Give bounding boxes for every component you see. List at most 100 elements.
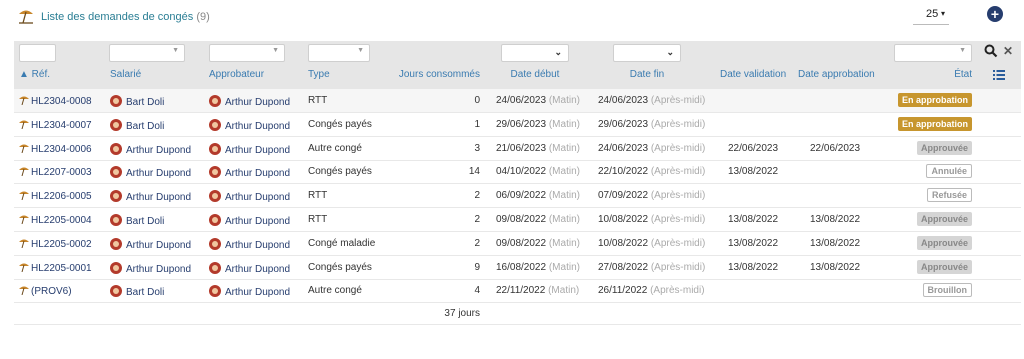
- column-header-date-approbation[interactable]: Date approbation: [798, 69, 875, 80]
- salarie-link[interactable]: Arthur Dupond: [110, 142, 191, 156]
- salarie-link[interactable]: Arthur Dupond: [110, 166, 191, 179]
- approbateur-name: Arthur Dupond: [225, 97, 291, 108]
- column-header-approbateur[interactable]: Approbateur: [209, 69, 264, 80]
- column-header-type[interactable]: Type: [308, 69, 330, 80]
- beach-umbrella-icon: [19, 239, 29, 248]
- salarie-link[interactable]: Arthur Dupond: [110, 237, 191, 251]
- filter-salarie-select[interactable]: ▼: [109, 44, 185, 62]
- ref-link[interactable]: HL2304-0006: [19, 143, 92, 155]
- approbateur-link[interactable]: Arthur Dupond: [209, 118, 290, 132]
- ref-link[interactable]: HL2206-0005: [19, 190, 92, 202]
- date-fin-value: 27/08/2022: [598, 261, 649, 273]
- filter-ref-input[interactable]: [19, 44, 56, 62]
- table-row[interactable]: (PROV6) Bart Doli Arthur Dupond Autre congé…: [14, 279, 1021, 304]
- table-row[interactable]: HL2304-0008 Bart Doli Arthur Dupond RTT 0 24/…: [14, 89, 1021, 113]
- date-fin-value: 24/06/2023: [598, 142, 649, 154]
- filter-date-debut-select[interactable]: ⌄: [501, 44, 569, 62]
- column-header-salarie[interactable]: Salarié: [110, 69, 141, 80]
- table-row[interactable]: HL2304-0007 Bart Doli Arthur Dupond Congés …: [14, 113, 1021, 137]
- approbateur-link[interactable]: Arthur Dupond: [209, 214, 290, 227]
- date-validation-cell: 22/06/2023: [728, 142, 779, 154]
- ref-link[interactable]: HL2207-0003: [19, 166, 92, 178]
- salarie-link[interactable]: Bart Doli: [110, 285, 164, 298]
- filter-approbateur-select[interactable]: ▼: [209, 44, 285, 62]
- table-row[interactable]: HL2205-0002 Arthur Dupond Arthur Dupond Con…: [14, 232, 1021, 256]
- salarie-link[interactable]: Bart Doli: [110, 118, 164, 132]
- ref-link[interactable]: HL2304-0008: [19, 95, 92, 107]
- user-avatar-icon: [110, 118, 122, 131]
- date-fin-value: 10/08/2022: [598, 214, 649, 225]
- record-count: (9): [196, 11, 210, 23]
- date-fin-period: (Après-midi): [650, 214, 706, 225]
- add-button[interactable]: +: [987, 6, 1003, 22]
- total-jours: 37 jours: [444, 308, 480, 319]
- beach-umbrella-icon: [19, 10, 33, 24]
- list-icon[interactable]: [993, 70, 1005, 80]
- ref-link[interactable]: (PROV6): [19, 285, 72, 297]
- salarie-link[interactable]: Bart Doli: [110, 214, 164, 227]
- user-avatar-icon: [110, 261, 122, 274]
- table-row[interactable]: HL2206-0005 Arthur Dupond Arthur Dupond RTT…: [14, 184, 1021, 209]
- user-avatar-icon: [110, 190, 122, 203]
- ref-text: HL2304-0007: [31, 119, 92, 131]
- ref-text: HL2304-0008: [31, 96, 92, 107]
- close-icon[interactable]: ✕: [1003, 44, 1013, 58]
- salarie-link[interactable]: Arthur Dupond: [110, 190, 191, 203]
- approbateur-link[interactable]: Arthur Dupond: [209, 190, 290, 203]
- date-approbation-cell: 13/08/2022: [810, 237, 861, 249]
- ref-text: HL2205-0001: [31, 262, 92, 274]
- approbateur-link[interactable]: Arthur Dupond: [209, 285, 290, 298]
- approbateur-link[interactable]: Arthur Dupond: [209, 166, 290, 179]
- jours-cell: 4: [474, 285, 480, 297]
- approbateur-link[interactable]: Arthur Dupond: [209, 261, 290, 275]
- column-header-date-debut[interactable]: Date début: [496, 69, 574, 80]
- approbateur-link[interactable]: Arthur Dupond: [209, 142, 291, 156]
- ref-text: (PROV6): [31, 286, 72, 298]
- ref-link[interactable]: HL2205-0004: [19, 214, 92, 226]
- beach-umbrella-icon: [19, 286, 29, 296]
- table-row[interactable]: HL2304-0006 Arthur Dupond Arthur Dupond Aut…: [14, 137, 1021, 161]
- filter-date-fin-select[interactable]: ⌄: [613, 44, 681, 62]
- salarie-link[interactable]: Arthur Dupond: [110, 261, 191, 275]
- column-header-ref[interactable]: ▲ Réf.: [19, 69, 50, 80]
- date-debut-period: (Matin): [548, 237, 580, 249]
- status-badge: Brouillon: [922, 283, 972, 298]
- column-header-date-validation[interactable]: Date validation: [720, 69, 786, 80]
- column-header-etat[interactable]: État: [900, 69, 972, 80]
- user-avatar-icon: [209, 237, 221, 250]
- salarie-name: Arthur Dupond: [126, 168, 192, 180]
- beach-umbrella-icon: [19, 167, 29, 177]
- table-row[interactable]: HL2207-0003 Arthur Dupond Arthur Dupond Con…: [14, 160, 1021, 185]
- filter-etat-select[interactable]: ▼: [894, 44, 972, 62]
- table-total-row: 37 jours: [14, 303, 1021, 325]
- table-row[interactable]: HL2205-0001 Arthur Dupond Arthur Dupond Con…: [14, 256, 1021, 280]
- beach-umbrella-icon: [19, 120, 29, 129]
- search-icon[interactable]: [984, 44, 998, 58]
- type-cell: Congés payés: [308, 166, 372, 178]
- date-fin-value: 24/06/2023: [598, 95, 649, 106]
- filter-type-select[interactable]: ▼: [308, 44, 370, 62]
- approbateur-link[interactable]: Arthur Dupond: [209, 95, 290, 108]
- date-debut-period: (Matin): [548, 95, 580, 106]
- ref-link[interactable]: HL2205-0002: [19, 238, 92, 250]
- salarie-name: Arthur Dupond: [126, 192, 192, 204]
- date-fin-value: 07/09/2022: [598, 190, 649, 202]
- salarie-link[interactable]: Bart Doli: [110, 95, 164, 108]
- column-header-date-fin[interactable]: Date fin: [608, 69, 686, 80]
- status-badge: Annulée: [926, 164, 972, 179]
- salarie-name: Bart Doli: [126, 287, 165, 299]
- type-cell: RTT: [308, 95, 328, 106]
- approbateur-link[interactable]: Arthur Dupond: [209, 237, 290, 251]
- page-size-select[interactable]: 25 ▾: [913, 5, 949, 25]
- ref-link[interactable]: HL2304-0007: [19, 119, 92, 131]
- column-header-jours[interactable]: Jours consommés: [390, 69, 480, 80]
- date-debut-value: 29/06/2023: [496, 118, 547, 130]
- table-row[interactable]: HL2205-0004 Bart Doli Arthur Dupond RTT 2 09/…: [14, 208, 1021, 232]
- date-debut-period: (Matin): [548, 118, 580, 130]
- jours-cell: 0: [474, 95, 480, 106]
- user-avatar-icon: [209, 285, 221, 298]
- date-validation-cell: 13/08/2022: [728, 166, 779, 178]
- ref-link[interactable]: HL2205-0001: [19, 262, 92, 274]
- date-fin-period: (Après-midi): [650, 142, 706, 154]
- approbateur-name: Arthur Dupond: [225, 144, 291, 156]
